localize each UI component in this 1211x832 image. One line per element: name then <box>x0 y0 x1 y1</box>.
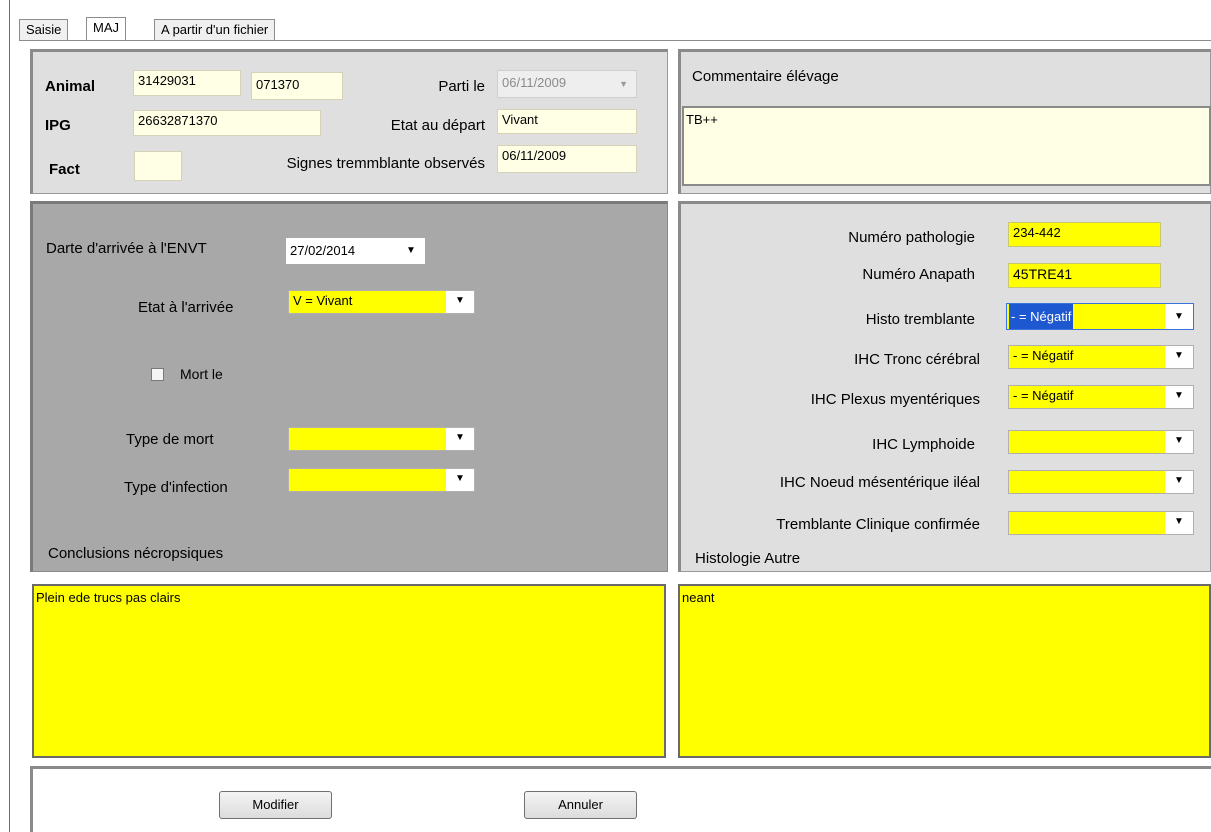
chevron-down-icon: ▼ <box>1165 304 1193 329</box>
conclusions-label: Conclusions nécropsiques <box>48 545 224 562</box>
tab-saisie[interactable]: Saisie <box>19 19 69 41</box>
etat-arrivee-label: Etat à l'arrivée <box>138 299 234 316</box>
ihc-noeud-label: IHC Noeud mésentérique iléal <box>779 474 980 491</box>
etat-depart-field[interactable]: Vivant <box>497 109 637 134</box>
tremblante-clinique-select[interactable]: ▼ <box>1008 511 1194 535</box>
tab-strip-line <box>19 40 1211 41</box>
ihc-tronc-label: IHC Tronc cérébral <box>854 351 980 368</box>
commentaire-textarea[interactable]: TB++ <box>682 106 1211 186</box>
signes-tremblante-label: Signes tremmblante observés <box>286 155 485 172</box>
ihc-lymphoide-select[interactable]: ▼ <box>1008 430 1194 454</box>
parti-le-label: Parti le <box>438 78 485 95</box>
fact-field[interactable] <box>134 151 182 181</box>
tremblante-clinique-label: Tremblante Clinique confirmée <box>776 516 980 533</box>
mort-le-label: Mort le <box>180 366 223 382</box>
ipg-field[interactable]: 26632871370 <box>133 110 321 136</box>
histologie-autre-label: Histologie Autre <box>695 550 801 567</box>
etat-depart-label: Etat au départ <box>390 117 485 134</box>
tab-a-partir-fichier[interactable]: A partir d'un fichier <box>154 19 276 41</box>
histo-tremblante-value: - = Négatif <box>1009 304 1074 329</box>
histologie-autre-textarea[interactable]: neant <box>678 584 1211 758</box>
ihc-lymphoide-label: IHC Lymphoide <box>872 436 975 453</box>
animal-label: Animal <box>45 78 96 95</box>
commentaire-label: Commentaire élévage <box>692 68 839 85</box>
conclusions-textarea[interactable]: Plein ede trucs pas clairs <box>32 584 666 758</box>
etat-arrivee-value: V = Vivant <box>293 293 353 308</box>
animal-number-field[interactable]: 31429031 <box>133 70 241 96</box>
numero-pathologie-label: Numéro pathologie <box>848 229 975 246</box>
ihc-plexus-label: IHC Plexus myentériques <box>810 391 980 408</box>
chevron-down-icon: ▼ <box>1165 512 1193 534</box>
numero-pathologie-field[interactable]: 234-442 <box>1008 222 1161 247</box>
parti-le-value: 06/11/2009 <box>502 75 567 90</box>
date-arrivee-label: Darte d'arrivée à l'ENVT <box>46 240 207 257</box>
type-infection-label: Type d'infection <box>124 479 228 496</box>
chevron-down-icon: ▼ <box>1165 386 1193 408</box>
mort-le-checkbox[interactable] <box>151 368 164 381</box>
date-arrivee-value: 27/02/2014 <box>290 243 356 258</box>
numero-anapath-label: Numéro Anapath <box>862 266 975 283</box>
ihc-plexus-value: - = Négatif <box>1013 388 1074 403</box>
ipg-label: IPG <box>45 117 71 134</box>
ihc-tronc-select[interactable]: - = Négatif ▼ <box>1008 345 1194 369</box>
type-infection-select[interactable]: ▼ <box>288 468 475 492</box>
chevron-down-icon: ▼ <box>1165 346 1193 368</box>
chevron-down-icon: ▼ <box>446 428 474 450</box>
modifier-button[interactable]: Modifier <box>219 791 332 819</box>
tab-maj[interactable]: MAJ <box>86 17 126 41</box>
histo-tremblante-select[interactable]: - = Négatif ▼ <box>1006 303 1194 330</box>
histo-tremblante-label: Histo tremblante <box>865 311 975 328</box>
date-arrivee-picker[interactable]: 27/02/2014 ▼ <box>286 238 425 264</box>
ihc-tronc-value: - = Négatif <box>1013 348 1074 363</box>
fact-label: Fact <box>49 161 80 178</box>
type-mort-select[interactable]: ▼ <box>288 427 475 451</box>
etat-arrivee-select[interactable]: V = Vivant ▼ <box>288 290 475 314</box>
numero-anapath-field[interactable]: 45TRE41 <box>1008 263 1161 288</box>
chevron-down-icon: ▼ <box>1165 471 1193 493</box>
annuler-button[interactable]: Annuler <box>524 791 637 819</box>
type-mort-label: Type de mort <box>126 431 214 448</box>
animal-number2-field[interactable]: 071370 <box>251 72 343 100</box>
chevron-down-icon: ▼ <box>397 238 425 264</box>
chevron-down-icon: ▼ <box>446 291 474 313</box>
parti-le-date-picker[interactable]: 06/11/2009 ▼ <box>497 70 637 98</box>
chevron-down-icon: ▼ <box>1165 431 1193 453</box>
chevron-down-icon: ▼ <box>446 469 474 491</box>
ihc-plexus-select[interactable]: - = Négatif ▼ <box>1008 385 1194 409</box>
signes-tremblante-field[interactable]: 06/11/2009 <box>497 145 637 173</box>
window-left-border <box>9 0 10 832</box>
chevron-down-icon: ▼ <box>619 79 628 89</box>
ihc-noeud-select[interactable]: ▼ <box>1008 470 1194 494</box>
